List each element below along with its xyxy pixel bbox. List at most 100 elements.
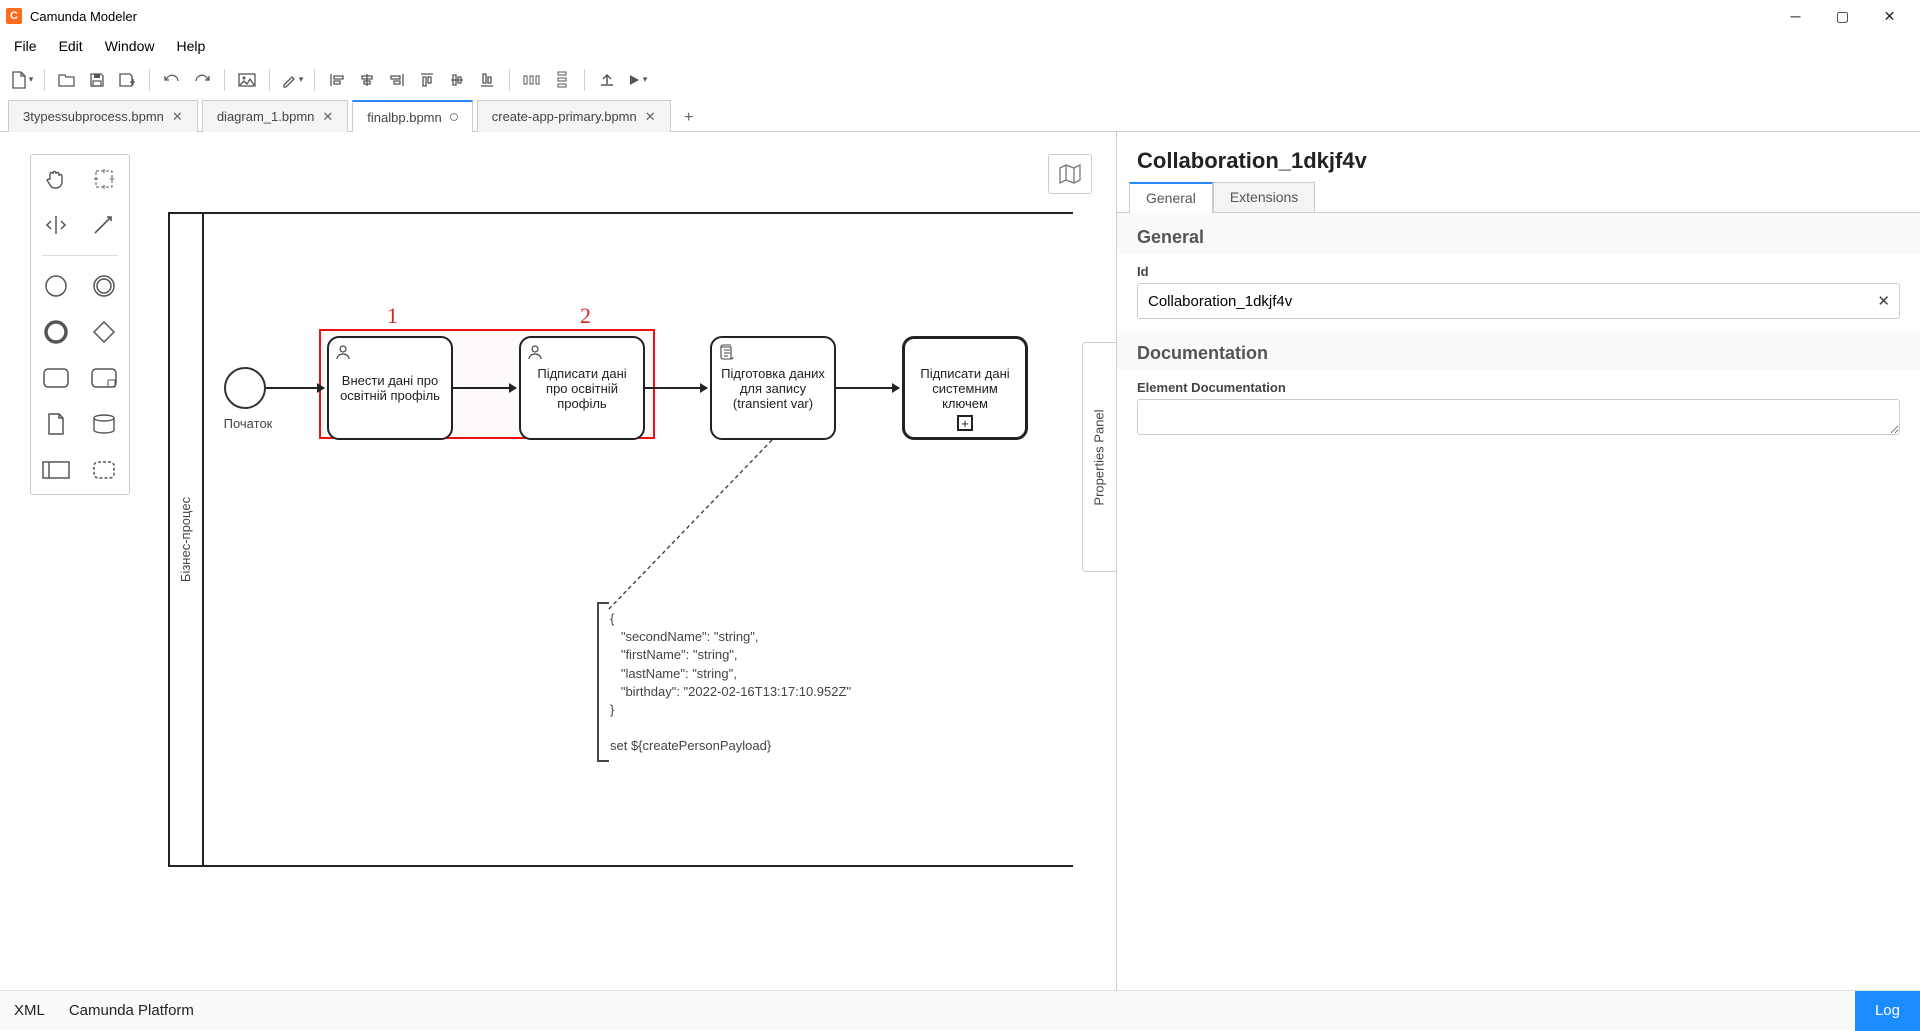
start-event-tool-icon[interactable] — [40, 270, 72, 302]
diagram-canvas[interactable]: Бізнес-процес Початок 1 2 Внести дані пр… — [0, 132, 1116, 990]
tab-extensions[interactable]: Extensions — [1213, 182, 1315, 212]
align-center-v-button[interactable] — [443, 66, 471, 94]
workarea: Бізнес-процес Початок 1 2 Внести дані пр… — [0, 132, 1920, 990]
data-object-tool-icon[interactable] — [40, 408, 72, 440]
pool-tool-icon[interactable] — [40, 454, 72, 486]
gateway-tool-icon[interactable] — [88, 316, 120, 348]
section-documentation: Documentation — [1117, 329, 1920, 370]
tab-general[interactable]: General — [1129, 182, 1213, 212]
end-event-tool-icon[interactable] — [40, 316, 72, 348]
window-titlebar: C Camunda Modeler ─ ▢ ✕ — [0, 0, 1920, 32]
tab-1[interactable]: diagram_1.bpmn ✕ — [202, 100, 348, 132]
annotation-number-1: 1 — [387, 303, 398, 329]
tool-palette — [30, 154, 130, 495]
documentation-label: Element Documentation — [1137, 380, 1900, 395]
sequence-flow[interactable] — [645, 387, 707, 389]
align-right-button[interactable] — [383, 66, 411, 94]
user-task-1[interactable]: Внести дані про освітній профіль — [327, 336, 453, 440]
subprocess-marker-icon: + — [957, 415, 973, 431]
sequence-flow[interactable] — [266, 387, 324, 389]
main-toolbar: ▾ ▾ ▾ — [0, 60, 1920, 100]
sequence-flow[interactable] — [836, 387, 899, 389]
platform-label[interactable]: Camunda Platform — [69, 1002, 194, 1019]
distribute-v-button[interactable] — [548, 66, 576, 94]
participant-pool[interactable]: Бізнес-процес — [168, 212, 1073, 867]
clear-icon[interactable]: ✕ — [1877, 292, 1890, 310]
properties-panel-toggle[interactable]: Properties Panel — [1082, 342, 1116, 572]
window-close-button[interactable]: ✕ — [1867, 1, 1912, 31]
new-tab-button[interactable]: + — [675, 104, 703, 132]
properties-tabs: General Extensions — [1117, 182, 1920, 213]
tabbar: 3typessubprocess.bpmn ✕ diagram_1.bpmn ✕… — [0, 100, 1920, 132]
id-input[interactable] — [1137, 283, 1900, 319]
section-general: General — [1117, 213, 1920, 254]
connect-tool-icon[interactable] — [88, 209, 120, 241]
align-left-button[interactable] — [323, 66, 351, 94]
close-icon[interactable]: ✕ — [322, 109, 333, 125]
task-label: Підписати дані системним ключем — [913, 366, 1017, 411]
documentation-textarea[interactable] — [1137, 399, 1900, 435]
user-task-icon — [527, 344, 543, 360]
call-activity[interactable]: Підписати дані системним ключем + — [902, 336, 1028, 440]
space-tool-icon[interactable] — [40, 209, 72, 241]
dirty-indicator-icon — [450, 113, 458, 121]
menu-help[interactable]: Help — [166, 35, 215, 57]
run-button[interactable]: ▾ — [623, 66, 651, 94]
text-annotation-bracket — [597, 602, 607, 762]
intermediate-event-tool-icon[interactable] — [88, 270, 120, 302]
data-store-tool-icon[interactable] — [88, 408, 120, 440]
sequence-flow[interactable] — [453, 387, 516, 389]
undo-button[interactable] — [158, 66, 186, 94]
menubar: File Edit Window Help — [0, 32, 1920, 60]
group-tool-icon[interactable] — [88, 454, 120, 486]
script-task-icon — [718, 344, 734, 360]
open-button[interactable] — [53, 66, 81, 94]
user-task-2[interactable]: Підписати дані про освітній профіль — [519, 336, 645, 440]
tab-label: 3typessubprocess.bpmn — [23, 109, 164, 124]
tab-2[interactable]: finalbp.bpmn — [352, 100, 472, 132]
menu-file[interactable]: File — [4, 35, 47, 57]
pool-header[interactable]: Бізнес-процес — [170, 214, 204, 865]
task-label: Підписати дані про освітній профіль — [529, 366, 635, 411]
text-annotation[interactable]: { "secondName": "string", "firstName": "… — [610, 610, 851, 756]
minimap-toggle[interactable] — [1048, 154, 1092, 194]
properties-panel-toggle-label: Properties Panel — [1092, 409, 1107, 505]
tab-3[interactable]: create-app-primary.bpmn ✕ — [477, 100, 671, 132]
view-xml-button[interactable]: XML — [14, 1002, 45, 1019]
properties-title: Collaboration_1dkjf4v — [1117, 132, 1920, 182]
tab-label: diagram_1.bpmn — [217, 109, 315, 124]
align-bottom-button[interactable] — [473, 66, 501, 94]
window-minimize-button[interactable]: ─ — [1773, 1, 1818, 31]
save-button[interactable] — [83, 66, 111, 94]
image-icon[interactable] — [233, 66, 261, 94]
menu-window[interactable]: Window — [95, 35, 165, 57]
user-task-icon — [335, 344, 351, 360]
subprocess-tool-icon[interactable] — [88, 362, 120, 394]
close-icon[interactable]: ✕ — [645, 109, 656, 125]
new-file-button[interactable]: ▾ — [8, 66, 36, 94]
hand-tool-icon[interactable] — [40, 163, 72, 195]
lasso-tool-icon[interactable] — [88, 163, 120, 195]
distribute-h-button[interactable] — [518, 66, 546, 94]
start-event[interactable] — [224, 367, 266, 409]
app-title: Camunda Modeler — [30, 9, 137, 24]
task-label: Підготовка даних для запису (transient v… — [720, 366, 826, 411]
properties-panel: Collaboration_1dkjf4v General Extensions… — [1116, 132, 1920, 990]
align-top-button[interactable] — [413, 66, 441, 94]
menu-edit[interactable]: Edit — [49, 35, 93, 57]
task-tool-icon[interactable] — [40, 362, 72, 394]
save-as-button[interactable] — [113, 66, 141, 94]
start-event-label: Початок — [213, 416, 283, 431]
tab-label: create-app-primary.bpmn — [492, 109, 637, 124]
window-maximize-button[interactable]: ▢ — [1820, 1, 1865, 31]
annotation-number-2: 2 — [580, 303, 591, 329]
color-tool-button[interactable]: ▾ — [278, 66, 306, 94]
tab-0[interactable]: 3typessubprocess.bpmn ✕ — [8, 100, 198, 132]
close-icon[interactable]: ✕ — [172, 109, 183, 125]
tab-label: finalbp.bpmn — [367, 110, 441, 125]
script-task[interactable]: Підготовка даних для запису (transient v… — [710, 336, 836, 440]
redo-button[interactable] — [188, 66, 216, 94]
deploy-button[interactable] — [593, 66, 621, 94]
align-center-h-button[interactable] — [353, 66, 381, 94]
log-button[interactable]: Log — [1855, 991, 1920, 1031]
